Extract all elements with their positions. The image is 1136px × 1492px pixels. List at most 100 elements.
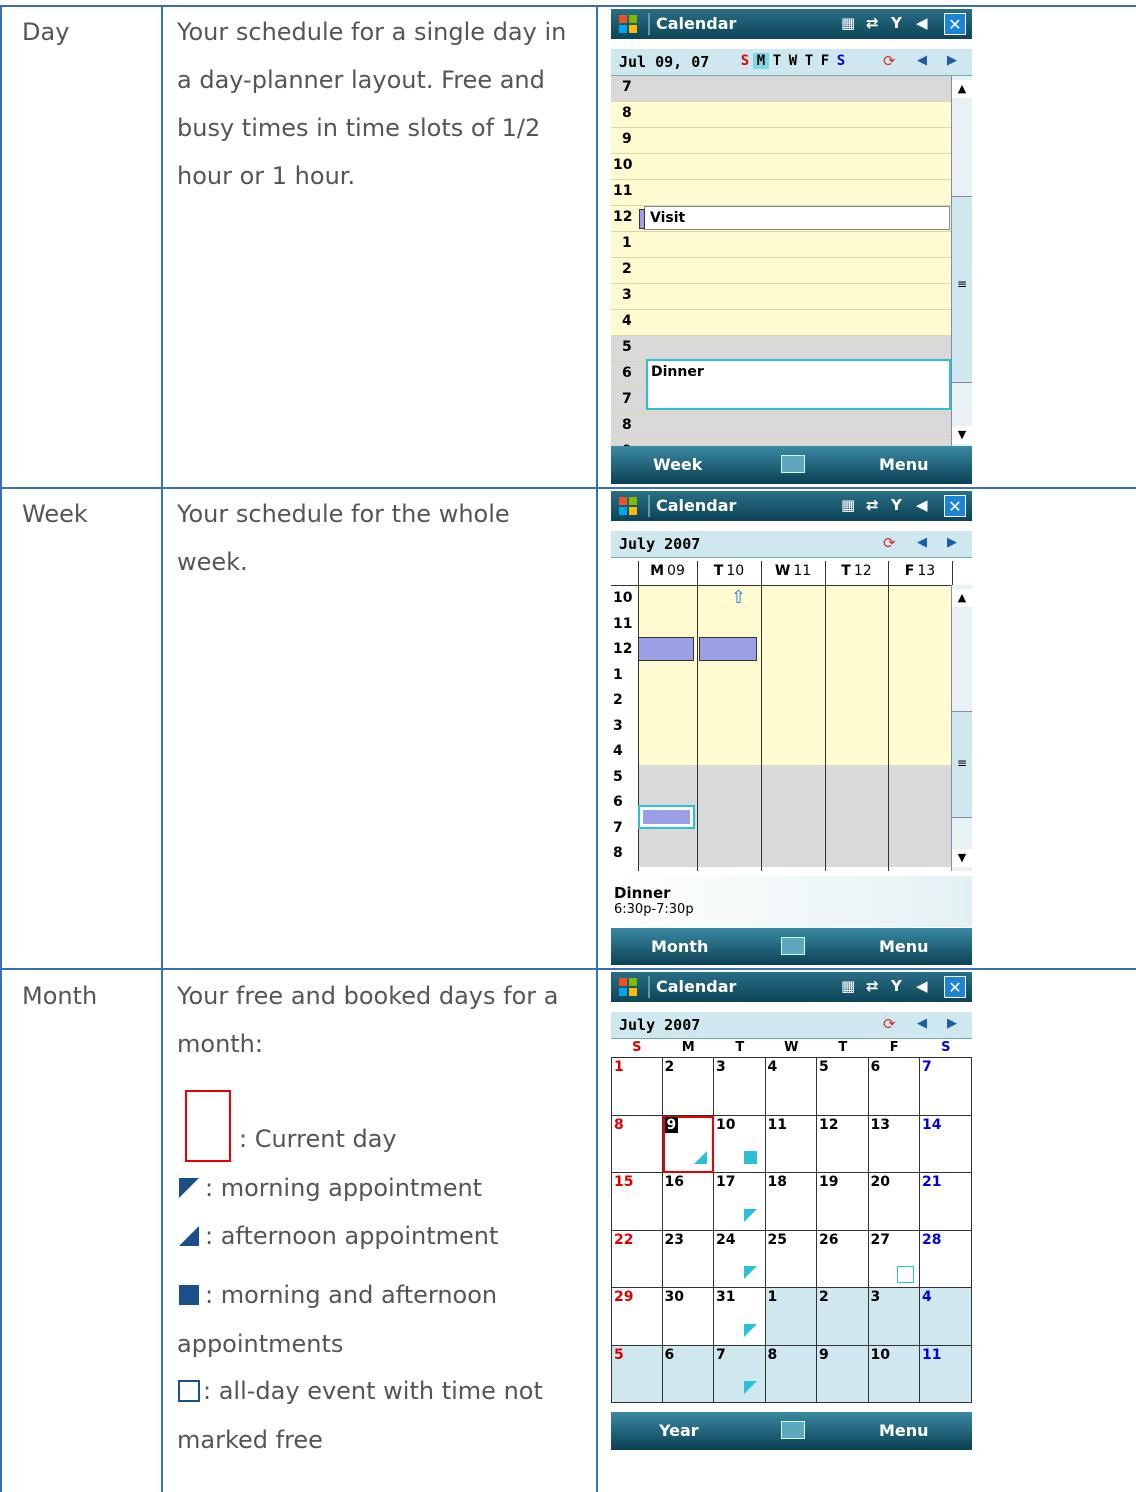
time-slot[interactable]: 10 — [611, 154, 952, 180]
today-icon[interactable]: ⟳ — [883, 1015, 896, 1033]
scroll-down-icon[interactable]: ▼ — [952, 849, 972, 867]
close-icon[interactable]: ✕ — [944, 13, 966, 35]
weekday-letter[interactable]: M — [753, 53, 769, 69]
month-day-cell[interactable]: 18 — [765, 1173, 817, 1231]
week-day-header[interactable]: W 11 — [761, 563, 825, 579]
selected-event-block[interactable] — [638, 805, 695, 829]
prev-arrow-icon[interactable]: ◀ — [917, 535, 927, 550]
softkey-menu[interactable]: Menu — [879, 937, 929, 956]
signal-off-icon[interactable]: Y — [891, 977, 902, 995]
close-icon[interactable]: ✕ — [944, 495, 966, 517]
month-day-cell[interactable]: 14 — [920, 1115, 972, 1173]
weekday-letter[interactable]: W — [785, 53, 801, 69]
signal-off-icon[interactable]: Y — [891, 14, 902, 32]
month-day-cell[interactable]: 9 — [662, 1115, 714, 1173]
month-day-cell[interactable]: 27 — [868, 1230, 920, 1288]
month-day-cell[interactable]: 5 — [611, 1345, 663, 1403]
time-slot[interactable]: 8 — [611, 414, 952, 440]
keyboard-icon[interactable] — [781, 1421, 805, 1439]
month-grid[interactable]: 1 2 3 4 5 6 7 8 9 10 11 12 13 14 15 16 17 18 19 20 21 22 23 24 2… — [611, 1058, 972, 1403]
month-day-cell[interactable]: 28 — [920, 1230, 972, 1288]
month-day-cell[interactable]: 22 — [611, 1230, 663, 1288]
keyboard-icon[interactable] — [781, 937, 805, 955]
scroll-up-icon[interactable]: ▲ — [952, 80, 972, 98]
month-day-cell[interactable]: 15 — [611, 1173, 663, 1231]
close-icon[interactable]: ✕ — [944, 976, 966, 998]
month-day-cell[interactable]: 1 — [611, 1058, 663, 1116]
month-day-cell[interactable]: 21 — [920, 1173, 972, 1231]
month-day-cell[interactable]: 20 — [868, 1173, 920, 1231]
keyboard-icon[interactable] — [781, 455, 805, 473]
month-day-cell[interactable]: 9 — [817, 1345, 869, 1403]
scroll-down-icon[interactable]: ▼ — [952, 426, 972, 444]
windows-start-icon[interactable] — [617, 13, 639, 35]
event-detail-panel[interactable]: Dinner 6:30p-7:30p — [611, 876, 972, 927]
month-day-cell[interactable]: 12 — [817, 1115, 869, 1173]
month-day-cell[interactable]: 8 — [765, 1345, 817, 1403]
month-day-cell[interactable]: 19 — [817, 1173, 869, 1231]
week-grid[interactable]: M 09 T 10 W 11 T 12 F 13 10 11 12 1 2 3 4 5 6 7 8 ⇧ — [611, 561, 953, 871]
hour-row[interactable] — [638, 611, 952, 637]
hour-row[interactable] — [638, 713, 952, 739]
weekday-letter[interactable]: S — [833, 53, 849, 69]
week-day-header[interactable]: F 13 — [888, 563, 952, 579]
signal-off-icon[interactable]: Y — [891, 496, 902, 514]
month-day-cell[interactable]: 7 — [714, 1345, 766, 1403]
next-arrow-icon[interactable]: ▶ — [947, 535, 957, 550]
weekday-letter[interactable]: F — [817, 53, 833, 69]
hour-row[interactable] — [638, 764, 952, 790]
time-slot[interactable]: 7 — [611, 76, 952, 102]
month-day-cell[interactable]: 6 — [868, 1058, 920, 1116]
month-day-cell[interactable]: 3 — [714, 1058, 766, 1116]
time-slot[interactable]: 8 — [611, 102, 952, 128]
windows-start-icon[interactable] — [617, 976, 639, 998]
hour-row[interactable] — [638, 662, 952, 688]
vertical-scrollbar[interactable]: ▲ ≡ ▼ — [951, 76, 972, 446]
softkey-month[interactable]: Month — [651, 937, 708, 956]
vertical-scrollbar[interactable]: ▲ ≡ ▼ — [951, 585, 972, 871]
event-visit[interactable]: Visit — [639, 206, 950, 230]
month-day-cell[interactable]: 11 — [765, 1115, 817, 1173]
month-day-cell[interactable]: 4 — [765, 1058, 817, 1116]
month-day-cell[interactable]: 10 — [868, 1345, 920, 1403]
month-day-cell[interactable]: 7 — [920, 1058, 972, 1116]
scroll-up-icon[interactable]: ▲ — [952, 589, 972, 607]
month-day-cell[interactable]: 31 — [714, 1288, 766, 1346]
time-slot[interactable]: 3 — [611, 284, 952, 310]
next-arrow-icon[interactable]: ▶ — [947, 1016, 957, 1031]
speaker-icon[interactable]: ◀ — [916, 14, 928, 32]
month-day-cell[interactable]: 25 — [765, 1230, 817, 1288]
month-day-cell[interactable]: 6 — [662, 1345, 714, 1403]
time-slot[interactable]: 2 — [611, 258, 952, 284]
phone-off-icon[interactable]: ▦ — [841, 14, 855, 32]
next-arrow-icon[interactable]: ▶ — [947, 53, 957, 68]
time-slot[interactable]: 9 — [611, 128, 952, 154]
month-day-cell[interactable]: 29 — [611, 1288, 663, 1346]
month-day-cell[interactable]: 4 — [920, 1288, 972, 1346]
month-day-cell[interactable]: 26 — [817, 1230, 869, 1288]
month-day-cell[interactable]: 2 — [662, 1058, 714, 1116]
softkey-week[interactable]: Week — [653, 455, 702, 474]
sync-arrows-icon[interactable]: ⇄ — [866, 14, 879, 32]
month-day-cell[interactable]: 13 — [868, 1115, 920, 1173]
event-dinner[interactable]: Dinner — [646, 359, 951, 410]
time-slot[interactable]: 1 — [611, 232, 952, 258]
busy-block[interactable] — [638, 637, 694, 661]
month-day-cell[interactable]: 16 — [662, 1173, 714, 1231]
time-slot[interactable]: 4 — [611, 310, 952, 336]
all-day-arrow-icon[interactable]: ⇧ — [731, 587, 746, 608]
hour-row[interactable] — [638, 841, 952, 867]
scroll-thumb[interactable]: ≡ — [952, 711, 972, 818]
month-day-cell[interactable]: 5 — [817, 1058, 869, 1116]
week-day-header[interactable]: T 10 — [697, 563, 761, 579]
windows-start-icon[interactable] — [617, 495, 639, 517]
phone-off-icon[interactable]: ▦ — [841, 496, 855, 514]
weekday-letter[interactable]: T — [801, 53, 817, 69]
month-day-cell[interactable]: 3 — [868, 1288, 920, 1346]
sync-arrows-icon[interactable]: ⇄ — [866, 977, 879, 995]
month-day-cell[interactable]: 2 — [817, 1288, 869, 1346]
weekday-letter[interactable]: S — [737, 53, 753, 69]
today-icon[interactable]: ⟳ — [883, 52, 896, 70]
weekday-letter[interactable]: T — [769, 53, 785, 69]
week-day-header[interactable]: M 09 — [638, 563, 697, 579]
